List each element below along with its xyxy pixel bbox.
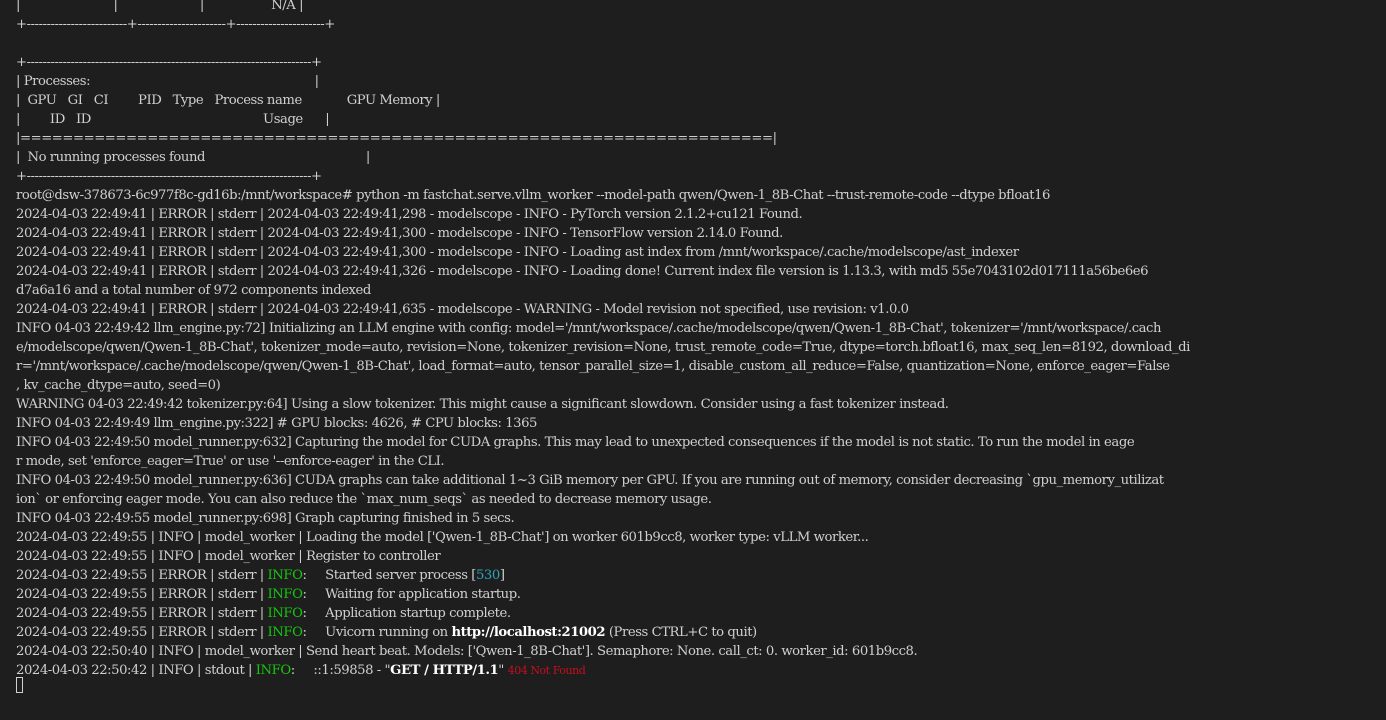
log-line: 2024-04-03 22:49:41 | ERROR | stderr | 2… — [16, 207, 803, 222]
log-line: 2024-04-03 22:49:41 | ERROR | stderr | 2… — [16, 245, 1019, 260]
command-line: root@dsw-378673-6c977f8c-gd16b:/mnt/work… — [16, 188, 1050, 203]
smi-line: +-------------------------+-------------… — [16, 17, 335, 32]
log-line-uvicorn: 2024-04-03 22:49:55 | ERROR | stderr | I… — [16, 566, 505, 585]
log-message: Uvicorn running on — [325, 625, 452, 640]
log-line: e/modelscope/qwen/Qwen-1_8B-Chat', token… — [16, 340, 1190, 355]
smi-line: | | | N/A | — [16, 0, 304, 13]
log-line: 2024-04-03 22:50:40 | INFO | model_worke… — [16, 644, 918, 659]
log-line: 2024-04-03 22:49:41 | ERROR | stderr | 2… — [16, 302, 909, 317]
info-level: INFO — [267, 625, 303, 640]
log-message: Waiting for application startup. — [325, 587, 521, 602]
log-line: 2024-04-03 22:49:41 | ERROR | stderr | 2… — [16, 264, 1149, 279]
http-status: 404 Not Found — [507, 664, 586, 677]
process-id: 530 — [475, 568, 500, 583]
info-level: INFO — [267, 606, 303, 621]
log-gap: : — [302, 587, 326, 602]
http-request: GET / HTTP/1.1 — [390, 663, 499, 678]
log-line: INFO 04-03 22:49:50 model_runner.py:632]… — [16, 435, 1135, 450]
log-gap: : ::1:59858 - " — [290, 663, 391, 678]
smi-line: | ID ID Usage | — [16, 112, 330, 127]
log-line: INFO 04-03 22:49:42 llm_engine.py:72] In… — [16, 321, 1162, 336]
smi-line: | GPU GI CI PID Type Process name GPU Me… — [16, 93, 440, 108]
log-message: Started server process [ — [325, 568, 476, 583]
log-line-uvicorn: 2024-04-03 22:49:55 | ERROR | stderr | I… — [16, 585, 521, 604]
log-line: INFO 04-03 22:49:50 model_runner.py:636]… — [16, 473, 1164, 488]
log-line: 2024-04-03 22:49:41 | ERROR | stderr | 2… — [16, 226, 783, 241]
smi-line: | No running processes found | — [16, 150, 370, 165]
log-prefix: 2024-04-03 22:49:55 | ERROR | stderr | — [16, 568, 268, 583]
info-level: INFO — [267, 568, 303, 583]
log-message-end: ] — [499, 568, 505, 583]
log-line: d7a6a16 and a total number of 972 compon… — [16, 283, 371, 298]
log-line: WARNING 04-03 22:49:42 tokenizer.py:64] … — [16, 397, 949, 412]
log-line: r mode, set 'enforce_eager=True' or use … — [16, 454, 445, 469]
log-line: INFO 04-03 22:49:49 llm_engine.py:322] #… — [16, 416, 537, 431]
smi-line: +---------------------------------------… — [16, 169, 322, 184]
log-prefix: 2024-04-03 22:49:55 | ERROR | stderr | — [16, 587, 268, 602]
log-message-end: (Press CTRL+C to quit) — [605, 625, 757, 640]
log-prefix: 2024-04-03 22:49:55 | ERROR | stderr | — [16, 625, 268, 640]
info-level: INFO — [267, 587, 303, 602]
log-line: ion` or enforcing eager mode. You can al… — [16, 492, 712, 507]
server-url-link[interactable]: http://localhost:21002 — [451, 625, 605, 640]
text-cursor — [16, 677, 23, 693]
log-line-request: 2024-04-03 22:50:42 | INFO | stdout | IN… — [16, 661, 586, 680]
terminal-window[interactable]: | | | N/A | +-------------------------+-… — [0, 0, 1386, 720]
log-message: Application startup complete. — [325, 606, 511, 621]
log-line: INFO 04-03 22:49:55 model_runner.py:698]… — [16, 511, 515, 526]
log-gap: : — [302, 625, 326, 640]
info-level: INFO — [255, 663, 291, 678]
smi-line: | Processes: | — [16, 74, 319, 89]
log-quote: " — [498, 663, 508, 678]
log-line-uvicorn: 2024-04-03 22:49:55 | ERROR | stderr | I… — [16, 604, 511, 623]
log-gap: : — [302, 606, 326, 621]
log-line: r='/mnt/workspace/.cache/modelscope/qwen… — [16, 359, 1170, 374]
log-gap: : — [302, 568, 326, 583]
log-line: 2024-04-03 22:49:55 | INFO | model_worke… — [16, 549, 441, 564]
log-line: 2024-04-03 22:49:55 | INFO | model_worke… — [16, 530, 869, 545]
log-prefix: 2024-04-03 22:49:55 | ERROR | stderr | — [16, 606, 268, 621]
log-prefix: 2024-04-03 22:50:42 | INFO | stdout | — [16, 663, 256, 678]
log-line: , kv_cache_dtype=auto, seed=0) — [16, 378, 221, 393]
smi-line: +---------------------------------------… — [16, 55, 322, 70]
log-line-uvicorn: 2024-04-03 22:49:55 | ERROR | stderr | I… — [16, 623, 757, 642]
smi-line: |=======================================… — [16, 131, 777, 146]
